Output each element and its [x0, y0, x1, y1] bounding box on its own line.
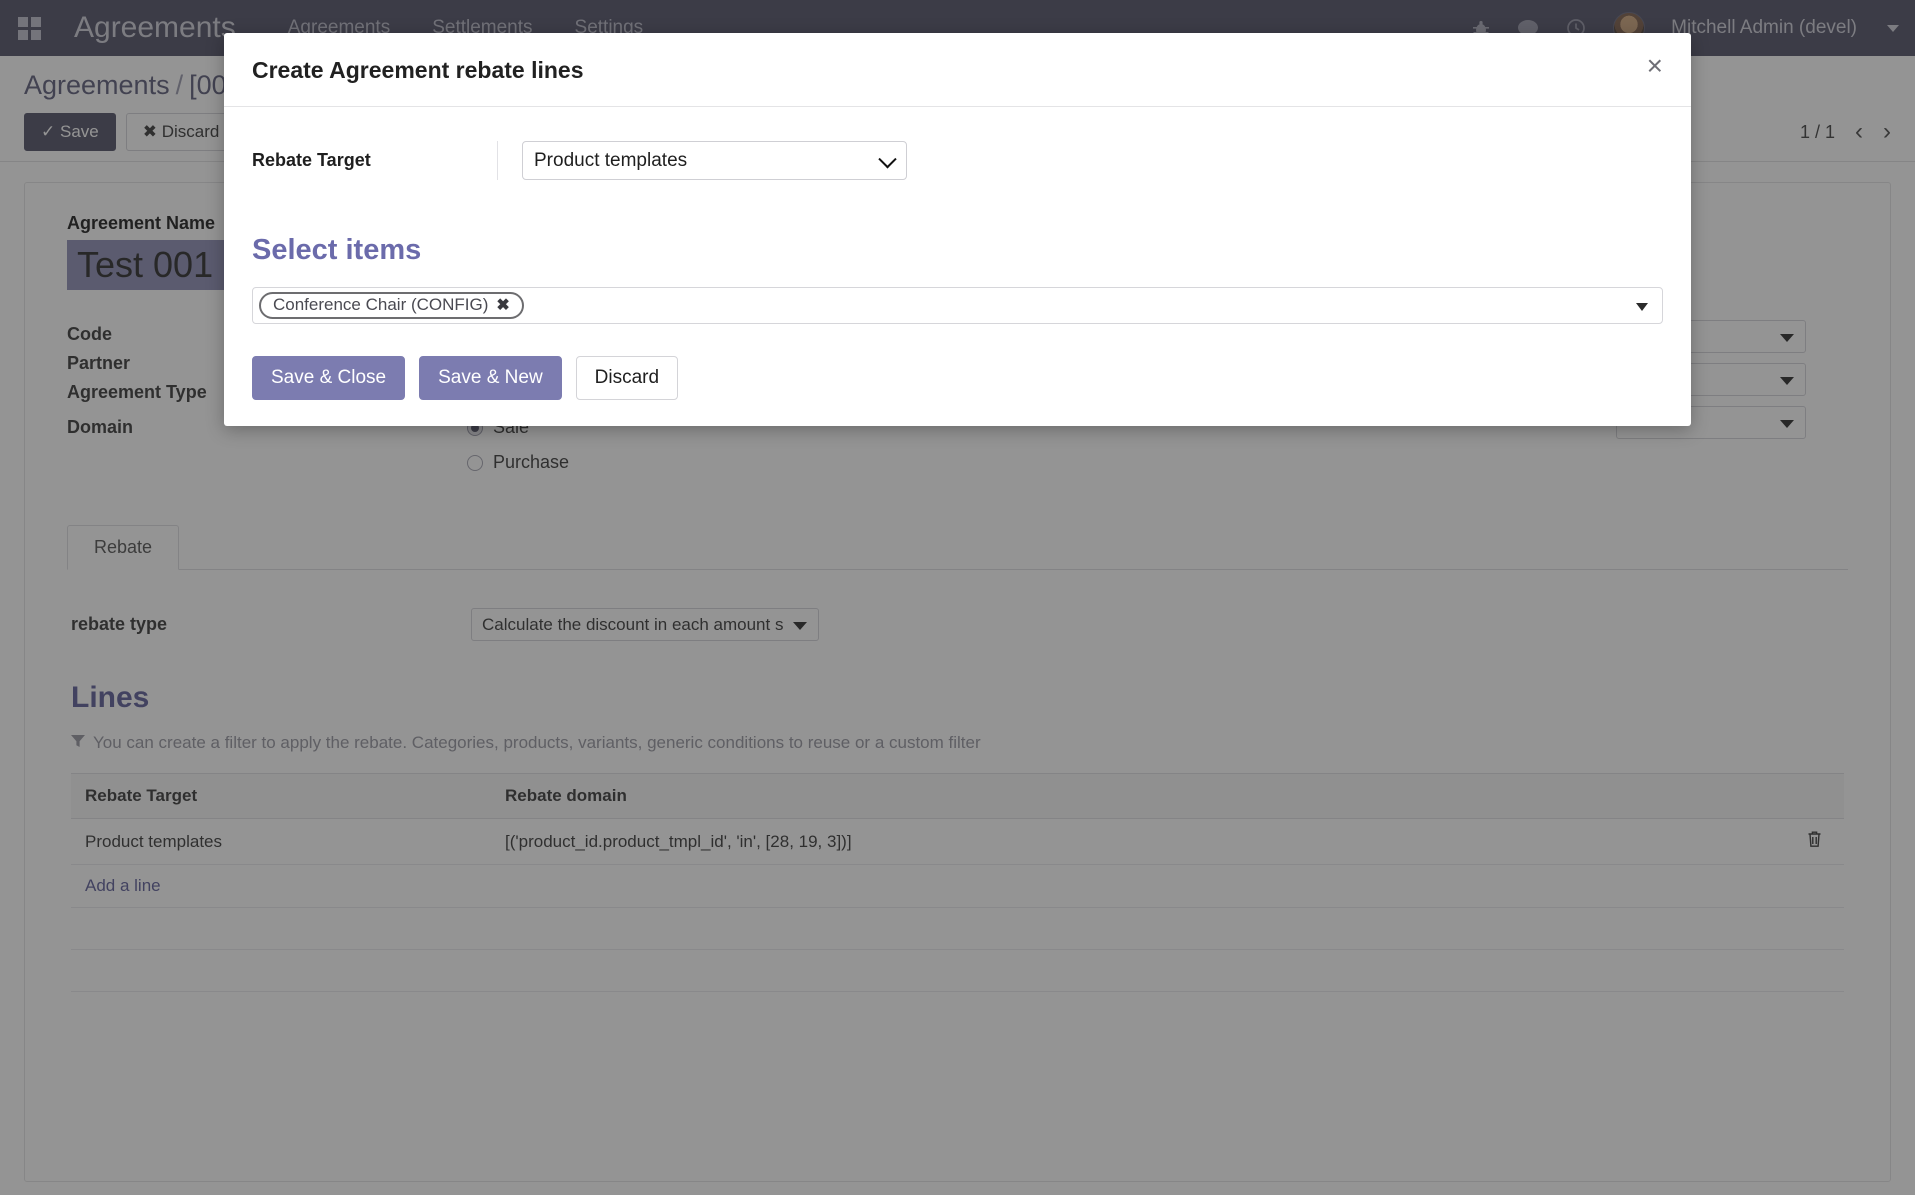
modal-body: Rebate Target Product templates Product … [224, 107, 1691, 338]
close-icon[interactable]: × [1647, 57, 1663, 75]
modal-header: Create Agreement rebate lines × [224, 33, 1691, 107]
modal-title: Create Agreement rebate lines [252, 57, 584, 84]
modal-rebate-target-label: Rebate Target [252, 150, 497, 171]
tag-remove-x-icon[interactable]: ✖ [496, 295, 509, 315]
modal-discard-button[interactable]: Discard [576, 356, 678, 400]
selected-item-tag[interactable]: Conference Chair (CONFIG) ✖ [259, 292, 524, 319]
caret-down-icon[interactable] [1636, 303, 1648, 311]
select-items-field[interactable]: Conference Chair (CONFIG) ✖ [252, 287, 1663, 324]
save-and-new-button[interactable]: Save & New [419, 356, 562, 400]
modal-footer: Save & Close Save & New Discard [224, 338, 1691, 426]
modal-rebate-target-select[interactable]: Product templates Product variants Produ… [522, 141, 907, 180]
selected-item-tag-label: Conference Chair (CONFIG) [273, 295, 488, 315]
modal-field-rebate-target: Rebate Target Product templates Product … [252, 141, 1663, 180]
modal-field-divider [497, 141, 498, 180]
create-rebate-lines-dialog: Create Agreement rebate lines × Rebate T… [224, 33, 1691, 426]
save-and-close-button[interactable]: Save & Close [252, 356, 405, 400]
select-items-title: Select items [252, 234, 1663, 267]
modal-rebate-target-select-wrap: Product templates Product variants Produ… [522, 141, 907, 180]
